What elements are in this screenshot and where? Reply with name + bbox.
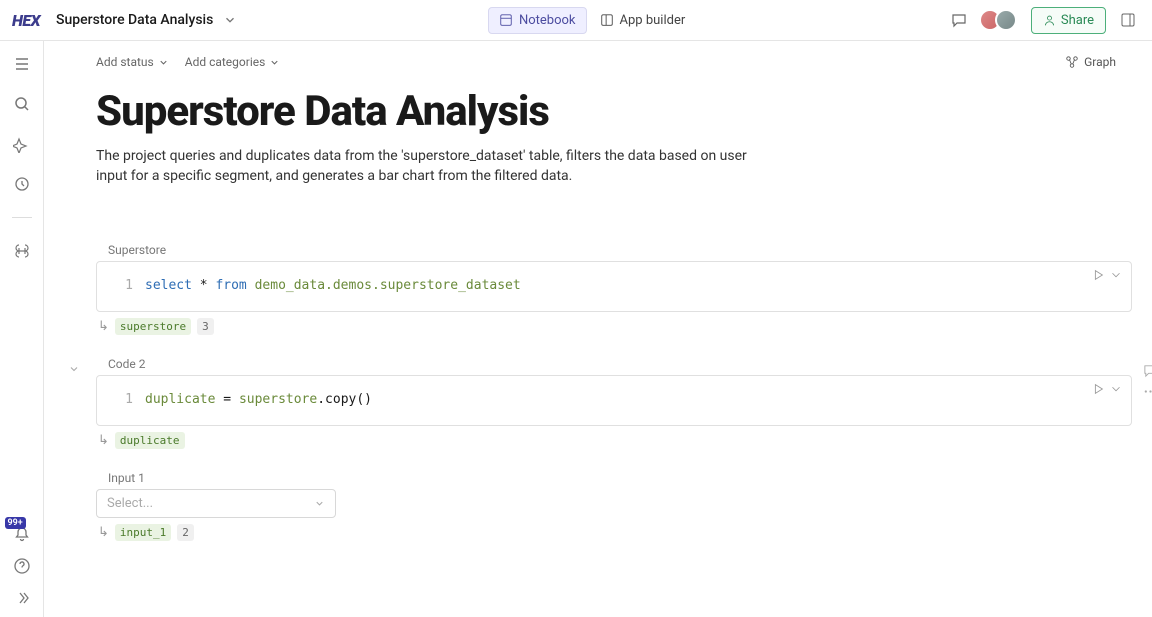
play-icon [1091,382,1105,396]
output-variable: superstore [115,318,191,335]
output-count: 3 [197,318,214,335]
code-content[interactable]: duplicate = superstore.copy() [145,392,372,407]
collapse-toggle[interactable] [68,363,80,379]
view-switcher: Notebook App builder [488,7,696,34]
collapse-icon[interactable] [13,589,31,607]
cell-output[interactable]: ↳ superstore 3 [98,318,1132,335]
cell-body[interactable]: 1 duplicate = superstore.copy() [96,375,1132,426]
outline-icon[interactable] [13,55,31,73]
cell-output[interactable]: ↳ input_1 2 [98,524,1132,541]
topbar: HEX Superstore Data Analysis Notebook Ap… [0,0,1152,41]
sidebar: 99+ [0,41,44,617]
line-number: 1 [109,392,133,407]
run-button[interactable] [1091,268,1123,282]
chevron-down-icon [269,57,280,68]
history-icon[interactable] [13,175,31,193]
tab-app-builder[interactable]: App builder [589,7,697,34]
notifications-icon[interactable]: 99+ [13,525,31,543]
more-icon[interactable] [1143,384,1152,399]
cell-label[interactable]: Input 1 [108,471,1132,485]
avatar [995,9,1017,31]
comment-icon[interactable] [1143,363,1152,378]
code-content[interactable]: select * from demo_data.demos.superstore… [145,278,521,293]
output-arrow-icon: ↳ [98,433,109,448]
comment-icon[interactable] [947,8,971,32]
page-description[interactable]: The project queries and duplicates data … [96,146,776,187]
select-input[interactable]: Select... [96,489,336,518]
output-variable: duplicate [115,432,185,449]
presence-avatars[interactable] [985,9,1017,31]
chevron-down-icon[interactable] [223,13,237,27]
chevron-down-icon [314,498,325,509]
cell-sql: Superstore 1 select * from demo_data.dem… [96,243,1132,335]
chevron-down-icon [1109,268,1123,282]
help-icon[interactable] [13,557,31,575]
command-icon[interactable] [13,242,31,260]
layout-icon [499,13,513,27]
cell-body[interactable]: 1 select * from demo_data.demos.supersto… [96,261,1132,312]
chevron-down-icon [1109,382,1123,396]
graph-icon [1065,55,1079,69]
tab-notebook[interactable]: Notebook [488,7,587,34]
cell-input: Input 1 Select... ↳ input_1 2 [96,471,1132,541]
panels-icon [600,13,614,27]
cell-code: Code 2 1 duplicate = superstore.copy() ↳ [96,357,1132,449]
output-variable: input_1 [115,524,171,541]
share-button[interactable]: Share [1031,7,1106,34]
chevron-down-icon [68,363,80,375]
run-button[interactable] [1091,382,1123,396]
chevron-down-icon [158,57,169,68]
page-title[interactable]: Superstore Data Analysis [96,87,1132,136]
cell-label[interactable]: Code 2 [108,357,1132,371]
output-arrow-icon: ↳ [98,525,109,540]
line-number: 1 [109,278,133,293]
cell-label[interactable]: Superstore [108,243,1132,257]
user-icon [1043,14,1056,27]
logo[interactable]: HEX [12,11,40,30]
project-title[interactable]: Superstore Data Analysis [56,12,213,28]
add-categories[interactable]: Add categories [185,55,281,69]
magic-icon[interactable] [13,135,31,153]
graph-button[interactable]: Graph [1065,55,1116,69]
add-status[interactable]: Add status [96,55,169,69]
search-icon[interactable] [13,95,31,113]
output-arrow-icon: ↳ [98,319,109,334]
cell-output[interactable]: ↳ duplicate [98,432,1132,449]
panel-toggle-icon[interactable] [1116,8,1140,32]
output-count: 2 [177,524,194,541]
play-icon [1091,268,1105,282]
content-area: Add status Add categories Graph Supersto… [44,41,1152,617]
